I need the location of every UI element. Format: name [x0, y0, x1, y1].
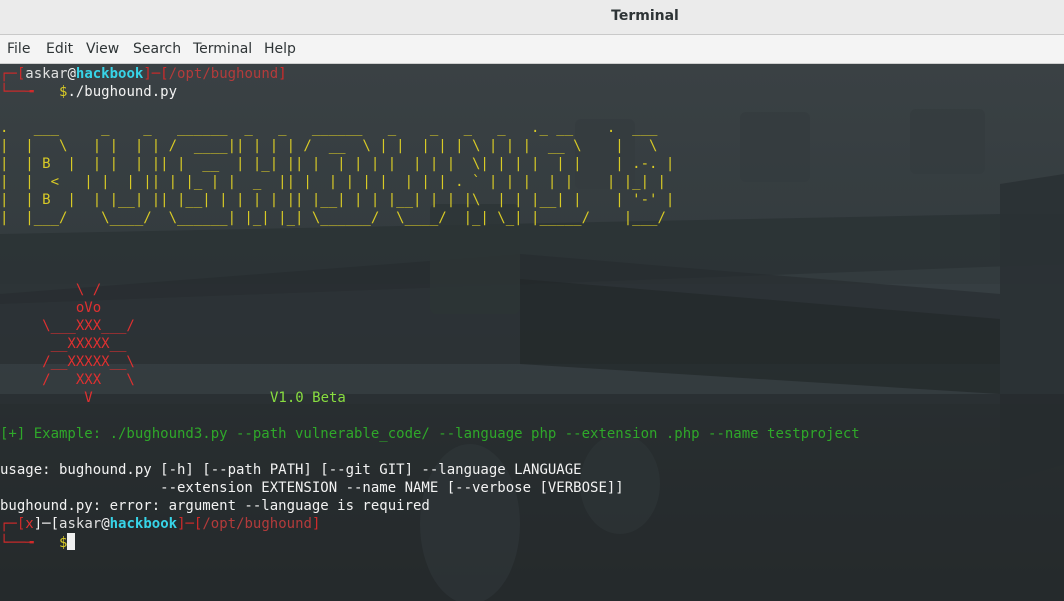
menu-search[interactable]: Search	[133, 41, 181, 57]
prompt-user: askar	[25, 66, 68, 82]
input-line[interactable]: └──╼ $	[0, 533, 76, 552]
title-bar[interactable]: Terminal	[0, 0, 1064, 35]
error-marker: x	[25, 516, 34, 532]
banner-line: | | \ | | | | / ____|| | | | / __ \ | | …	[0, 138, 666, 154]
owl-art-line: oVo	[0, 300, 102, 316]
command-line: └──╼ $./bughound.py	[0, 84, 178, 100]
owl-art-line: /__XXXXX__\	[0, 354, 135, 370]
menu-help[interactable]: Help	[264, 41, 296, 57]
window-title: Terminal	[611, 8, 679, 24]
banner-line: . ___ _ _ ______ _ _ ______ _ _ _ _ ._ _…	[0, 120, 675, 136]
owl-art-line: \ /	[0, 282, 102, 298]
prompt-host: hackbook	[75, 66, 144, 82]
usage-line: --extension EXTENSION --name NAME [--ver…	[0, 480, 624, 496]
banner-line: | | < | | | || | |_ | | _ || | | | | | |…	[0, 174, 666, 190]
banner-line: | | B | | | | || | __ | |_| || | | | | |…	[0, 156, 675, 172]
menu-terminal[interactable]: Terminal	[193, 41, 252, 57]
prompt-line: ┌─[x]─[askar@hackbook]─[/opt/bughound]	[0, 516, 321, 532]
menu-bar: File Edit View Search Terminal Help	[0, 35, 1064, 64]
terminal-output: ┌─[askar@hackbook]─[/opt/bughound] └──╼ …	[0, 64, 1064, 601]
banner-line: | | B | | |__| || |__| | | | | || |__| |…	[0, 192, 675, 208]
prompt-path: /opt/bughound	[168, 66, 279, 82]
command-text: ./bughound.py	[67, 84, 178, 100]
prompt-line: ┌─[askar@hackbook]─[/opt/bughound]	[0, 66, 287, 82]
error-line: bughound.py: error: argument --language …	[0, 498, 430, 514]
terminal-area[interactable]: ┌─[askar@hackbook]─[/opt/bughound] └──╼ …	[0, 64, 1064, 601]
example-line: [+] Example: ./bughound3.py --path vulne…	[0, 426, 860, 442]
menu-file[interactable]: File	[7, 41, 30, 57]
menu-edit[interactable]: Edit	[46, 41, 73, 57]
banner-line: | |___/ \____/ \______| |_| |_| \______/…	[0, 210, 675, 226]
owl-art-line: __XXXXX__	[0, 336, 127, 352]
text-cursor	[67, 533, 76, 550]
prompt-path: /opt/bughound	[202, 516, 312, 532]
version-label: V1.0 Beta	[270, 390, 346, 406]
usage-line: usage: bughound.py [-h] [--path PATH] [-…	[0, 462, 582, 478]
owl-art-line: / XXX \	[0, 372, 135, 388]
terminal-window: Terminal File Edit View Search Terminal …	[0, 0, 1064, 601]
prompt-user: askar	[59, 516, 102, 532]
owl-art-line: V	[0, 390, 93, 406]
menu-view[interactable]: View	[86, 41, 119, 57]
prompt-host: hackbook	[109, 516, 178, 532]
owl-art-line: \___XXX___/	[0, 318, 135, 334]
